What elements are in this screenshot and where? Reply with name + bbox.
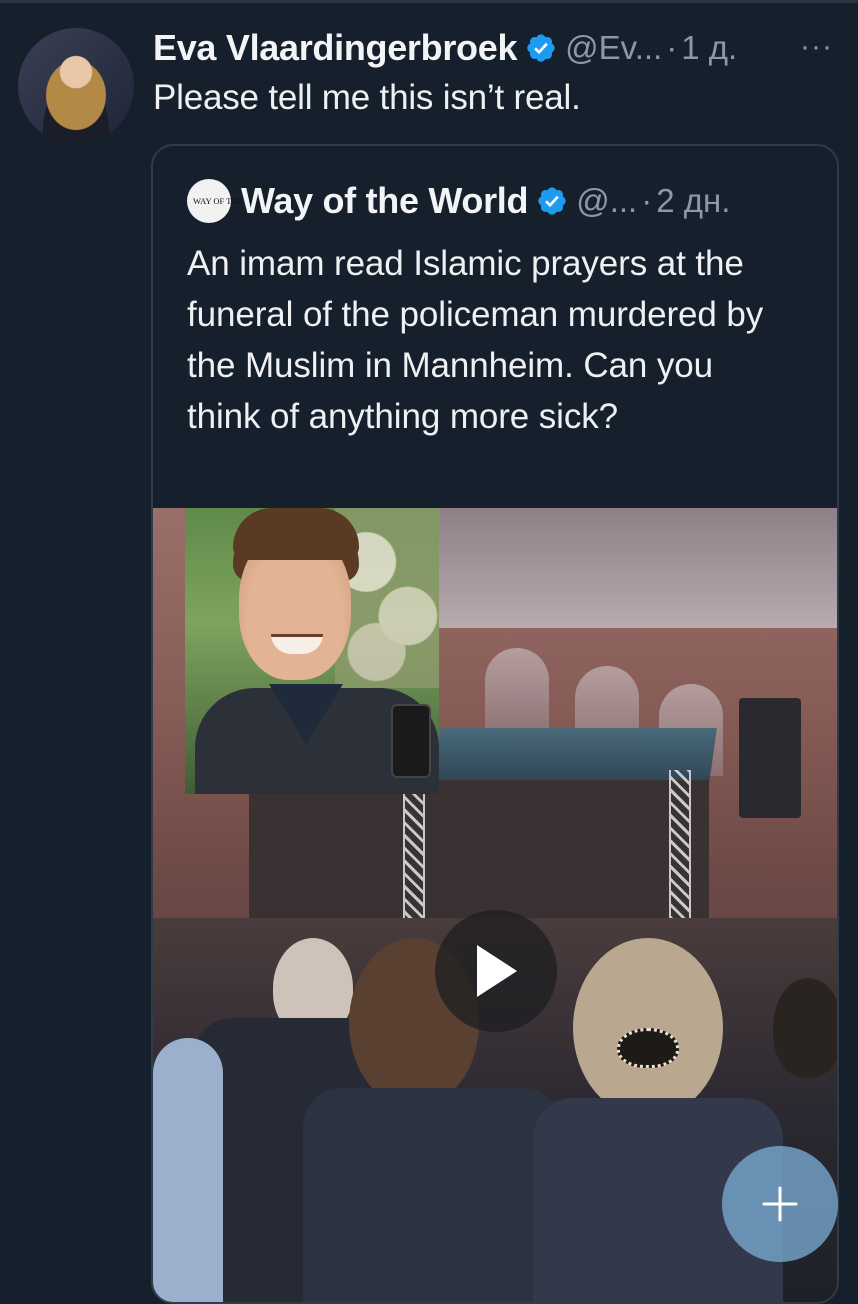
tweet-text: Please tell me this isn’t real. xyxy=(153,78,581,117)
hair-top xyxy=(233,508,359,560)
building-window xyxy=(485,648,549,740)
stage-truss xyxy=(669,770,691,920)
loudspeaker xyxy=(739,698,801,818)
quoted-tweet-card[interactable]: WAY OF THE WORLD Way of the World @... ·… xyxy=(151,144,839,1304)
compose-button[interactable] xyxy=(722,1146,838,1262)
quoted-author-avatar[interactable]: WAY OF THE WORLD xyxy=(187,179,276,223)
author-name[interactable]: Eva Vlaardingerbroek xyxy=(153,27,517,69)
tweet-header: Eva Vlaardingerbroek @Ev... · 1 д. xyxy=(153,27,843,69)
inset-portrait-photo xyxy=(185,508,439,794)
play-icon xyxy=(477,945,517,997)
author-handle[interactable]: @Ev... xyxy=(565,29,662,67)
crowd-person xyxy=(153,1038,223,1302)
meta-separator: · xyxy=(641,182,653,219)
plus-icon xyxy=(762,1186,798,1222)
crowd-head xyxy=(773,978,837,1078)
video-sky xyxy=(439,508,837,628)
quoted-tweet-header: WAY OF THE WORLD Way of the World @... ·… xyxy=(187,179,730,223)
meta-separator: · xyxy=(666,29,678,66)
quoted-author-handle[interactable]: @... xyxy=(576,182,637,220)
tweet-time[interactable]: 1 д. xyxy=(681,29,737,67)
quoted-author-name[interactable]: Way of the World xyxy=(241,180,529,222)
verified-badge-icon xyxy=(538,187,566,215)
crowd-person xyxy=(303,1088,563,1302)
author-avatar[interactable] xyxy=(18,28,134,144)
hair-scrunchie xyxy=(617,1028,679,1068)
play-button[interactable] xyxy=(435,910,557,1032)
police-radio xyxy=(391,704,431,778)
quoted-avatar-logo-text: WAY OF THE WORLD xyxy=(193,196,276,206)
top-divider xyxy=(0,0,858,3)
quoted-tweet-time[interactable]: 2 дн. xyxy=(656,182,730,220)
quoted-tweet-text: An imam read Islamic prayers at the fune… xyxy=(187,244,764,436)
more-options-icon[interactable]: ··· xyxy=(800,30,850,64)
verified-badge-icon xyxy=(527,34,555,62)
